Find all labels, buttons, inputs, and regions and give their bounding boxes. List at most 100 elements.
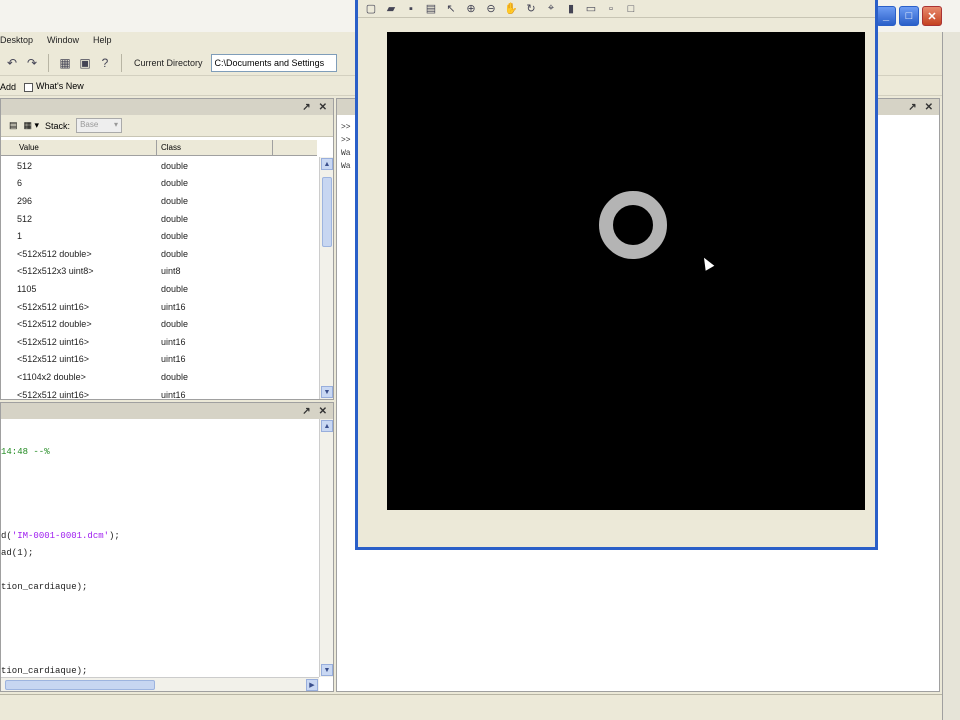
cell-value: 512 — [17, 160, 33, 171]
plot-select-icon[interactable]: ▦ ▾ — [24, 120, 40, 131]
workspace-toolbar: ▤ ▦ ▾ Stack: Base ▾ — [1, 115, 333, 137]
table-row[interactable]: <512x512 double> double — [1, 315, 317, 333]
menu-help[interactable]: Help — [93, 35, 112, 45]
cell-class: double — [161, 283, 189, 294]
scroll-down-icon[interactable]: ▼ — [321, 664, 333, 676]
cell-value: 6 — [17, 178, 23, 189]
dock-icon[interactable]: □ — [624, 2, 638, 16]
close-panel-icon[interactable]: ✕ — [319, 406, 327, 417]
workspace-panel: ↗ ✕ ▤ ▦ ▾ Stack: Base ▾ Value Class 512 do… — [0, 98, 334, 400]
close-button[interactable]: ✕ — [922, 6, 942, 26]
scroll-up-icon[interactable]: ▲ — [321, 420, 333, 432]
new-icon[interactable]: ▢ — [364, 2, 378, 16]
editor-header: ↗ ✕ — [1, 403, 333, 419]
colorbar-icon[interactable]: ▮ — [564, 2, 578, 16]
scroll-thumb[interactable] — [5, 680, 155, 690]
workspace-table: 512 double 6 double 296 double 512 double 1 d… — [1, 157, 317, 399]
table-row[interactable]: 296 double — [1, 192, 317, 210]
maximize-button[interactable]: □ — [899, 6, 919, 26]
code-line: tion_cardiaque); — [1, 582, 88, 592]
cell-class: double — [161, 178, 189, 189]
scroll-thumb[interactable] — [322, 177, 332, 247]
table-row[interactable]: 512 double — [1, 210, 317, 228]
guide-icon[interactable]: ▣ — [77, 55, 93, 71]
save-icon[interactable]: ▪ — [404, 2, 418, 16]
code-line: d('IM-0001-0001.dcm'); — [1, 531, 120, 541]
editor-text[interactable]: 14:48 --% d('IM-0001-0001.dcm'); ad(1); … — [1, 419, 319, 677]
table-row[interactable]: <512x512 uint16> uint16 — [1, 298, 317, 316]
datacursor-icon[interactable]: ⌖ — [544, 2, 558, 16]
editor-vscrollbar[interactable]: ▲ ▼ — [319, 419, 333, 677]
cell-value: 512 — [17, 213, 33, 224]
import-icon[interactable]: ▤ — [9, 120, 18, 131]
ring-shape — [599, 191, 667, 259]
table-row[interactable]: <512x512 uint16> uint16 — [1, 333, 317, 351]
image-canvas — [599, 191, 667, 259]
workspace-scrollbar[interactable]: ▲ ▼ — [319, 157, 333, 399]
cell-class: double — [161, 319, 189, 330]
rotate-icon[interactable]: ↻ — [524, 2, 538, 16]
current-directory-input[interactable]: C:\Documents and Settings — [210, 53, 337, 72]
table-row[interactable]: 512 double — [1, 157, 317, 175]
table-row[interactable]: 1105 double — [1, 280, 317, 298]
column-class[interactable]: Class — [157, 140, 273, 155]
stack-label: Stack: — [45, 120, 71, 131]
scroll-right-icon[interactable]: ▶ — [306, 679, 318, 691]
shortcut-whats-new[interactable]: What's New — [24, 81, 84, 92]
scroll-up-icon[interactable]: ▲ — [321, 158, 333, 170]
pointer-icon[interactable]: ↖ — [444, 2, 458, 16]
zoom-out-icon[interactable]: ⊖ — [484, 2, 498, 16]
cell-class: uint8 — [161, 266, 181, 277]
status-bar — [0, 694, 942, 720]
window-controls: _ □ ✕ — [876, 6, 942, 26]
menu-window[interactable]: Window — [47, 35, 79, 45]
help-icon[interactable]: ? — [97, 55, 113, 71]
zoom-in-icon[interactable]: ⊕ — [464, 2, 478, 16]
column-value[interactable]: Value — [1, 140, 157, 155]
minimize-button[interactable]: _ — [876, 6, 896, 26]
image-axes[interactable] — [387, 32, 865, 510]
undock-icon[interactable]: ↗ — [302, 102, 310, 113]
scroll-down-icon[interactable]: ▼ — [321, 386, 333, 398]
cell-value: <512x512 uint16> — [17, 354, 90, 365]
cell-class: double — [161, 195, 189, 206]
editor-hscrollbar[interactable]: ▶ — [1, 677, 319, 691]
command-line: >> — [341, 136, 351, 145]
command-line: Wa — [341, 162, 351, 171]
hide-icon[interactable]: ▫ — [604, 2, 618, 16]
toolbar-separator — [48, 53, 49, 72]
table-row[interactable]: <512x512x3 uint8> uint8 — [1, 263, 317, 281]
table-row[interactable]: 1 double — [1, 227, 317, 245]
shortcut-add[interactable]: Add — [0, 82, 16, 92]
table-row[interactable]: <512x512 uint16> uint16 — [1, 351, 317, 369]
table-row[interactable]: <512x512 uint16> uint16 — [1, 386, 317, 399]
table-row[interactable]: 6 double — [1, 175, 317, 193]
cell-class: double — [161, 371, 189, 382]
cell-value: 296 — [17, 195, 33, 206]
code-line: tion_cardiaque); — [1, 666, 88, 676]
code-comment: 14:48 --% — [1, 447, 50, 457]
menu-desktop[interactable]: Desktop — [0, 35, 33, 45]
undock-icon[interactable]: ↗ — [302, 406, 310, 417]
legend-icon[interactable]: ▭ — [584, 2, 598, 16]
figure-window[interactable]: ▢ ▰ ▪ ▤ ↖ ⊕ ⊖ ✋ ↻ ⌖ ▮ ▭ ▫ □ — [355, 0, 878, 550]
redo-icon[interactable]: ↷ — [24, 55, 40, 71]
open-icon[interactable]: ▰ — [384, 2, 398, 16]
table-row[interactable]: <512x512 double> double — [1, 245, 317, 263]
undock-icon[interactable]: ↗ — [908, 102, 916, 113]
cell-value: <1104x2 double> — [17, 371, 86, 382]
pan-icon[interactable]: ✋ — [504, 2, 518, 16]
simulink-icon[interactable]: ▦ — [57, 55, 73, 71]
close-panel-icon[interactable]: ✕ — [925, 102, 933, 113]
print-icon[interactable]: ▤ — [424, 2, 438, 16]
cell-value: <512x512x3 uint8> — [17, 266, 94, 277]
code-line: 14:48 --% — [1, 447, 50, 457]
cell-class: uint16 — [161, 389, 186, 399]
stack-dropdown[interactable]: Base ▾ — [76, 118, 123, 133]
cell-value: 1105 — [17, 283, 37, 294]
cell-class: double — [161, 248, 189, 259]
table-row[interactable]: <1104x2 double> double — [1, 368, 317, 386]
close-panel-icon[interactable]: ✕ — [319, 102, 327, 113]
undo-icon[interactable]: ↶ — [4, 55, 20, 71]
toolbar-separator — [121, 53, 122, 72]
